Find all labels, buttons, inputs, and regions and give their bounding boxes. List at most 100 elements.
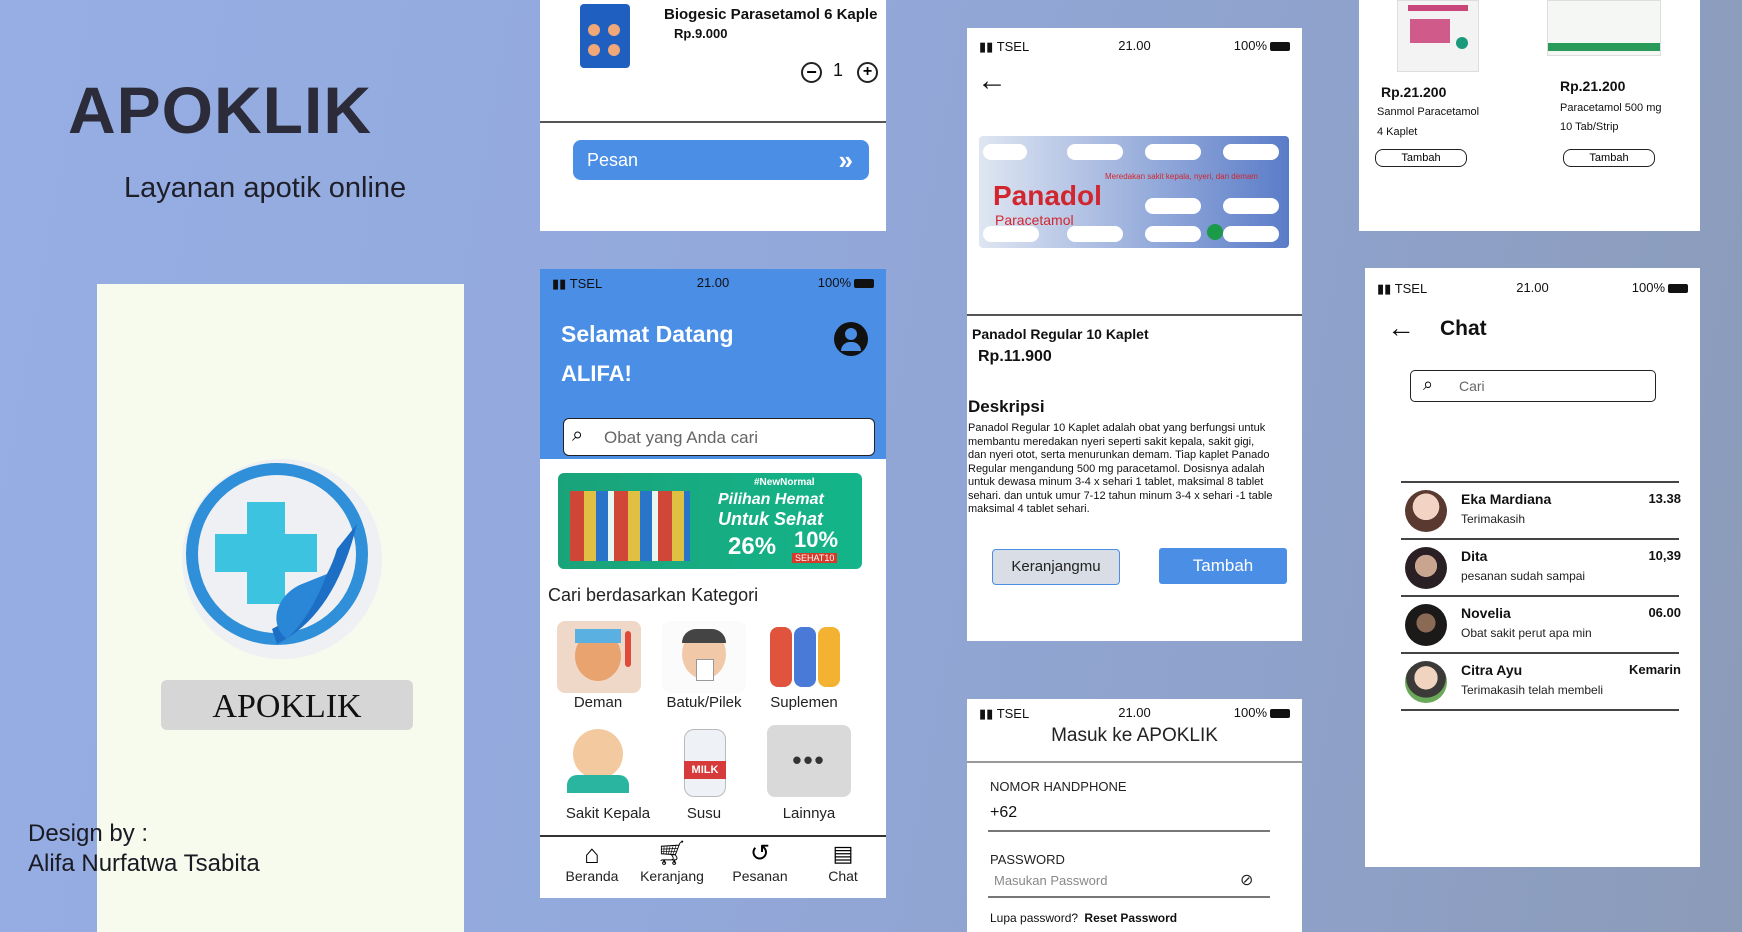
product-name-1: Sanmol Paracetamol: [1377, 106, 1480, 118]
phone-input[interactable]: +62: [990, 804, 1017, 822]
battery-icon: [854, 279, 874, 289]
password-label: PASSWORD: [990, 852, 1065, 867]
minus-icon[interactable]: −: [801, 62, 822, 83]
add-button[interactable]: Tambah: [1159, 548, 1287, 584]
credit-label: Design by :: [28, 820, 149, 847]
chat-item[interactable]: Citra Ayu Terimakasih telah membeli Kema…: [1405, 653, 1681, 709]
category-heading: Cari berdasarkan Kategori: [548, 585, 759, 605]
status-bar: ▮▮ TSEL 21.00 100%: [967, 699, 1302, 725]
product-price-2: Rp.21.200: [1560, 78, 1626, 94]
category-label-milk: Susu: [686, 805, 722, 822]
battery-icon: [1270, 42, 1290, 52]
add-button-2[interactable]: Tambah: [1563, 149, 1655, 167]
avatar: [1405, 661, 1447, 703]
signal-icon: ▮▮ TSEL: [552, 276, 603, 291]
banner-code: SEHAT10: [792, 553, 838, 563]
reset-password-link[interactable]: Reset Password: [1084, 911, 1177, 925]
search-icon: ⌕: [572, 424, 584, 446]
detail-screen: ▮▮ TSEL 21.00 100% ← Panadol Paracetamol…: [967, 28, 1302, 641]
search-input[interactable]: ⌕ Obat yang Anda cari: [563, 418, 875, 456]
chat-icon: ▤: [832, 841, 854, 866]
nav-cart[interactable]: 🛒︎ Keranjang: [632, 840, 712, 896]
password-input[interactable]: Masukan Password: [994, 873, 1107, 888]
product-image: Panadol Paracetamol Meredakan sakit kepa…: [979, 136, 1289, 248]
history-icon: ↺: [749, 840, 771, 867]
category-supplement-icon[interactable]: [762, 621, 846, 693]
signal-icon: ▮▮ TSEL: [1377, 281, 1428, 296]
forgot-password-text: Lupa password? Reset Password: [990, 911, 1178, 925]
product-list-card: Rp.21.200 Sanmol Paracetamol 4 Kaplet Ta…: [1359, 0, 1700, 231]
order-button-label: Pesan: [587, 150, 639, 170]
login-screen: ▮▮ TSEL 21.00 100% Masuk ke APOKLIK NOMO…: [967, 699, 1302, 932]
product-image-sanmol: [1397, 0, 1479, 72]
quantity-value: 1: [833, 60, 844, 80]
chat-title: Chat: [1440, 317, 1487, 340]
logo-text: APOKLIK: [212, 688, 362, 725]
chat-item[interactable]: Dita pesanan sudah sampai 10,39: [1405, 539, 1681, 595]
back-arrow-icon[interactable]: ←: [977, 64, 1007, 98]
double-chevron-icon: »: [838, 145, 853, 175]
home-icon: ⌂: [584, 839, 600, 869]
avatar: [1405, 490, 1447, 532]
product-variant-1: 4 Kaplet: [1377, 126, 1418, 138]
signal-icon: ▮▮ TSEL: [979, 706, 1030, 721]
product-thumbnail: [580, 4, 630, 68]
cart-button[interactable]: Keranjangmu: [992, 549, 1120, 585]
category-headache-icon[interactable]: [557, 725, 641, 797]
profile-icon[interactable]: [834, 322, 868, 356]
order-button[interactable]: Pesan »: [573, 140, 869, 180]
product-name-2: Paracetamol 500 mg: [1560, 102, 1662, 114]
app-title: APOKLIK: [68, 73, 372, 147]
greeting: Selamat Datang: [561, 321, 734, 347]
banner-tag: #NewNormal: [754, 477, 815, 488]
category-cough-icon[interactable]: [662, 621, 746, 693]
product-price-1: Rp.21.200: [1381, 84, 1447, 100]
chat-item[interactable]: Eka Mardiana Terimakasih 13.38: [1405, 482, 1681, 538]
avatar: [1405, 604, 1447, 646]
status-bar: ▮▮ TSEL 21.00 100%: [540, 269, 886, 295]
description-text: Panadol Regular 10 Kaplet adalah obat ya…: [968, 422, 1273, 515]
product-variant-2: 10 Tab/Strip: [1560, 121, 1619, 133]
nav-orders[interactable]: ↺ Pesanan: [720, 840, 800, 896]
credit-name: Alifa Nurfatwa Tsabita: [28, 850, 260, 877]
banner-discount: 26%: [728, 533, 777, 560]
banner-line1: Pilihan Hemat: [718, 491, 824, 508]
promo-banner[interactable]: #NewNormal Pilihan Hemat Untuk Sehat 26%…: [558, 473, 862, 569]
category-label-fever: Deman: [573, 694, 623, 711]
category-milk-icon[interactable]: MILK: [662, 725, 746, 797]
chat-screen: ▮▮ TSEL 21.00 100% ← Chat ⌕ Cari Eka Mar…: [1365, 268, 1700, 867]
status-bar: ▮▮ TSEL 21.00 100%: [1365, 274, 1700, 300]
description-heading: Deskripsi: [968, 397, 1045, 416]
category-label-more: Lainnya: [782, 805, 836, 822]
nav-home[interactable]: ⌂ Beranda: [558, 840, 626, 896]
category-label-headache: Sakit Kepala: [565, 805, 651, 822]
chat-item[interactable]: Novelia Obat sakit perut apa min 06.00: [1405, 596, 1681, 652]
category-fever-icon[interactable]: [557, 621, 641, 693]
category-label-supplement: Suplemen: [770, 694, 838, 711]
avatar: [1405, 547, 1447, 589]
eye-off-icon[interactable]: ⊘: [1240, 870, 1253, 890]
plus-icon[interactable]: +: [857, 62, 878, 83]
add-button-1[interactable]: Tambah: [1375, 149, 1467, 167]
app-subtitle: Layanan apotik online: [124, 172, 407, 204]
signal-icon: ▮▮ TSEL: [979, 39, 1030, 54]
battery-icon: [1270, 709, 1290, 719]
banner-promo: 10%: [794, 527, 839, 552]
category-more-icon[interactable]: •••: [767, 725, 851, 797]
cart-icon: 🛒︎: [656, 840, 688, 867]
product-image-paracetamol: [1547, 0, 1661, 56]
detail-product-name: Panadol Regular 10 Kaplet: [972, 326, 1149, 342]
logo-panel: APOKLIK: [97, 284, 464, 932]
search-icon: ⌕: [1423, 374, 1434, 394]
back-arrow-icon[interactable]: ←: [1387, 312, 1415, 344]
home-screen: ▮▮ TSEL 21.00 100% Selamat Datang ALIFA!…: [540, 269, 886, 898]
phone-label: NOMOR HANDPHONE: [990, 779, 1127, 794]
product-price: Rp.9.000: [674, 26, 728, 41]
nav-chat[interactable]: ▤ Chat: [808, 840, 878, 896]
logo-icon: [177, 454, 387, 664]
product-name: Biogesic Parasetamol 6 Kaple: [664, 6, 878, 23]
chat-search-input[interactable]: ⌕ Cari: [1410, 370, 1656, 402]
status-bar: ▮▮ TSEL 21.00 100%: [967, 32, 1302, 58]
user-name: ALIFA!: [561, 361, 632, 386]
category-label-cough: Batuk/Pilek: [666, 694, 742, 711]
